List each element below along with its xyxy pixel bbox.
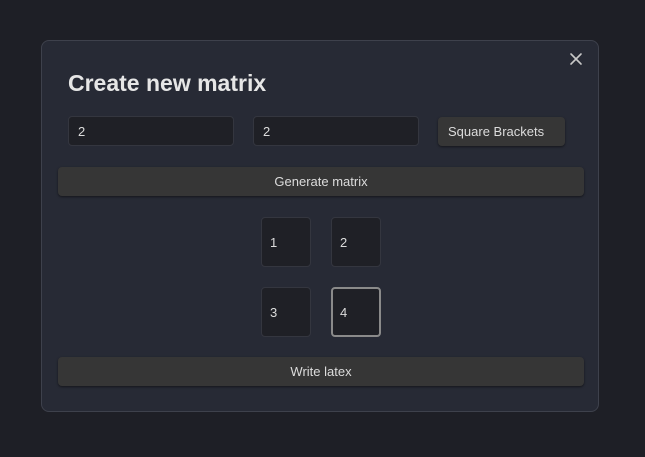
matrix-cell-2-1[interactable] [261,287,311,337]
close-icon [569,52,583,71]
rows-input[interactable] [68,116,234,146]
matrix-cell-2-2[interactable] [331,287,381,337]
close-button[interactable] [567,52,585,70]
columns-input[interactable] [253,116,419,146]
dialog-title: Create new matrix [68,70,267,96]
bracket-style-value: Square Brackets [448,124,545,139]
create-matrix-dialog: Create new matrix Square Brackets Genera… [41,40,599,412]
bracket-style-dropdown[interactable]: Square Brackets [438,117,565,146]
matrix-cell-1-2[interactable] [331,217,381,267]
generate-matrix-button[interactable]: Generate matrix [58,167,584,196]
matrix-cell-1-1[interactable] [261,217,311,267]
write-latex-button[interactable]: Write latex [58,357,584,386]
